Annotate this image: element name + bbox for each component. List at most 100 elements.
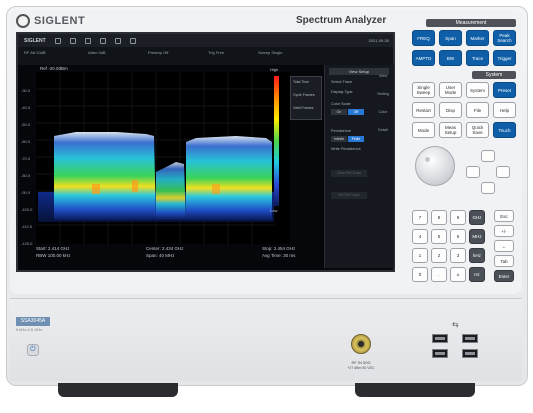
measure-key[interactable]: FREQ xyxy=(412,30,435,46)
color-scale-off-button[interactable]: Off xyxy=(348,109,364,115)
numeric-key[interactable]: kHz xyxy=(469,248,485,263)
edit-key[interactable]: ← xyxy=(494,240,514,252)
system-key[interactable]: Single Sweep xyxy=(412,82,435,98)
menu-color-scale: Color Scale xyxy=(331,102,351,106)
numeric-key[interactable]: GHz xyxy=(469,210,485,225)
undo-icon[interactable] xyxy=(84,37,91,44)
center-freq: Center: 2.434 GHz xyxy=(146,246,184,251)
edit-key[interactable]: Tab xyxy=(494,255,514,267)
knob-dimple xyxy=(425,157,430,162)
span-readout: Span: 40 MHz xyxy=(146,253,175,258)
arrow-right-key[interactable] xyxy=(496,166,510,178)
system-key[interactable]: Touch xyxy=(493,122,516,138)
side-tab[interactable]: View xyxy=(374,74,392,78)
usb-port[interactable] xyxy=(462,334,478,343)
signal-cluster-mid xyxy=(156,162,186,220)
rotary-knob[interactable] xyxy=(415,146,455,186)
save-icon[interactable] xyxy=(69,37,76,44)
display-screen[interactable]: SIGLENT 2021-09-30 RF Att 20dB Atten 0dB… xyxy=(16,32,395,272)
numeric-key[interactable]: 1 xyxy=(412,248,428,263)
side-tab[interactable]: Setting xyxy=(374,92,392,96)
system-key[interactable]: File xyxy=(466,102,489,118)
measurement-header: Measurement xyxy=(426,19,516,27)
spectrogram-plot[interactable] xyxy=(36,72,290,244)
usb-port[interactable] xyxy=(432,334,448,343)
numeric-key[interactable]: 4 xyxy=(412,229,428,244)
system-key[interactable]: Disp xyxy=(439,102,462,118)
signal-cluster-right xyxy=(186,136,272,220)
measure-key[interactable]: Peak Search xyxy=(493,30,516,46)
model-range: 9 kHz-4.5 GHz xyxy=(16,327,43,332)
edit-key[interactable]: Esc xyxy=(494,210,514,222)
usb-icon: ⇆ xyxy=(452,320,459,329)
colorbar-bottom-label: Low xyxy=(270,208,278,213)
arrow-down-key[interactable] xyxy=(481,182,495,194)
system-key[interactable]: Preset xyxy=(493,82,516,98)
camera-icon[interactable] xyxy=(114,37,121,44)
edit-key[interactable]: Enter xyxy=(494,270,514,282)
system-key[interactable]: Quick Save xyxy=(466,122,489,138)
measure-key[interactable]: BW xyxy=(439,50,462,66)
numeric-key[interactable]: 5 xyxy=(431,229,447,244)
system-key[interactable]: Mode xyxy=(412,122,435,138)
color-scale-bar xyxy=(274,76,279,206)
usb-port[interactable] xyxy=(432,349,448,358)
numeric-key[interactable]: 7 xyxy=(412,210,428,225)
y-tick-label: -50.0 xyxy=(21,122,31,127)
clear-ref-trace-button[interactable]: Clear Ref Trace xyxy=(331,170,367,177)
y-tick-label: -60.0 xyxy=(21,139,31,144)
measure-key[interactable]: Marker xyxy=(466,30,489,46)
usb-port[interactable] xyxy=(462,349,478,358)
menu-display-type[interactable]: Display Type xyxy=(331,90,353,94)
numeric-key[interactable]: Hz xyxy=(469,267,485,282)
persistence-finite-button[interactable]: Finite xyxy=(348,136,364,142)
numeric-key[interactable]: 9 xyxy=(450,210,466,225)
y-tick-label: -90.0 xyxy=(21,190,31,195)
stop-freq: Stop: 2.454 GHz xyxy=(262,246,296,251)
set-ref-trace-button[interactable]: Set Ref Trace xyxy=(331,192,367,199)
numeric-key[interactable]: 0 xyxy=(412,267,428,282)
menu-select-trace[interactable]: Select Trace xyxy=(331,80,352,84)
numeric-key[interactable]: ± xyxy=(450,267,466,282)
measure-key[interactable]: AMPTD xyxy=(412,50,435,66)
record-info-item: Total Time xyxy=(293,80,309,84)
colorbar-top-label: High xyxy=(270,67,279,72)
system-key[interactable]: Help xyxy=(493,102,516,118)
arrow-left-key[interactable] xyxy=(466,166,480,178)
rf-input-rating: +27 dBm 50 VDC xyxy=(347,366,375,370)
measure-key[interactable]: Trigger xyxy=(493,50,516,66)
edit-key[interactable]: +/- xyxy=(494,225,514,237)
numeric-key[interactable]: 6 xyxy=(450,229,466,244)
menu-write-persistence[interactable]: Write Persistence xyxy=(331,147,361,151)
measure-key[interactable]: Trace xyxy=(466,50,489,66)
status-item: Preamp Off xyxy=(148,50,169,55)
y-tick-label: -40.0 xyxy=(21,105,31,110)
settings-icon[interactable] xyxy=(99,37,106,44)
system-key[interactable]: Restart xyxy=(412,102,435,118)
status-item: Sweep Single xyxy=(258,50,283,55)
foot-left xyxy=(58,383,178,397)
print-icon[interactable] xyxy=(129,37,136,44)
numeric-key[interactable]: . xyxy=(431,267,447,282)
arrow-up-key[interactable] xyxy=(481,150,495,162)
color-scale-on-button[interactable]: On xyxy=(331,109,347,115)
home-icon[interactable] xyxy=(54,37,61,44)
system-key[interactable]: User Mode xyxy=(439,82,462,98)
rbw-readout: RBW 100.00 kHz xyxy=(36,253,71,258)
status-item: Atten 0dB xyxy=(88,50,106,55)
system-key[interactable]: System xyxy=(466,82,489,98)
numeric-key[interactable]: 3 xyxy=(450,248,466,263)
numeric-key[interactable]: MHz xyxy=(469,229,485,244)
side-tab[interactable]: Color xyxy=(374,110,392,114)
numeric-key[interactable]: 8 xyxy=(431,210,447,225)
system-key[interactable]: Meas Setup xyxy=(439,122,462,138)
brand-mark-icon xyxy=(16,14,30,28)
status-item: RF Att 20dB xyxy=(24,50,46,55)
brand-name: SIGLENT xyxy=(34,15,86,27)
measure-key[interactable]: Span xyxy=(439,30,462,46)
numeric-key[interactable]: 2 xyxy=(431,248,447,263)
toolbar-brand: SIGLENT xyxy=(24,37,46,44)
side-tab[interactable]: Detail xyxy=(374,128,392,132)
persistence-infinite-button[interactable]: Infinite xyxy=(331,136,347,142)
start-freq: Start: 2.414 GHz xyxy=(36,246,70,251)
